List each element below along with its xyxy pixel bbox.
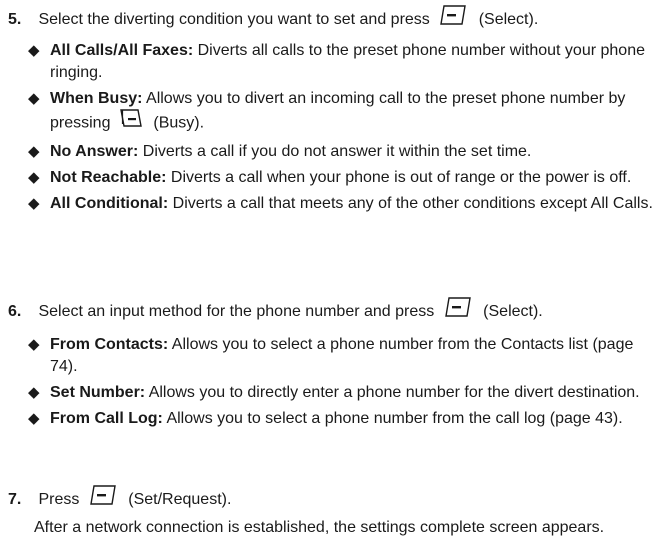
list-item: ◆ From Call Log: Allows you to select a … [28,408,658,430]
step-text: Select an input method for the phone num… [38,303,435,321]
step-text: Press [38,491,80,509]
step-text: Select the diverting condition you want … [38,11,430,29]
step-number: 5. [8,11,22,29]
step-number: 6. [8,303,22,321]
option-term: Set Number: [50,384,146,401]
option-term: From Contacts: [50,336,169,353]
option-term: All Calls/All Faxes: [50,42,194,59]
list-item: ◆ All Calls/All Faxes: Diverts all calls… [28,40,658,84]
diamond-bullet-icon: ◆ [28,143,40,160]
diamond-bullet-icon: ◆ [28,410,40,427]
step-text-suffix: (Select). [483,303,543,321]
step-5: 5. Select the diverting condition you wa… [8,4,539,34]
step-text-suffix: (Select). [478,11,539,29]
option-desc: Allows you to directly enter a phone num… [148,384,640,401]
option-desc: Diverts a call that meets any of the oth… [172,195,653,212]
option-desc: Diverts a call when your phone is out of… [170,169,632,186]
option-term: No Answer: [50,143,139,160]
step-number: 7. [8,491,22,509]
diverting-condition-list: ◆ All Calls/All Faxes: Diverts all calls… [28,40,658,219]
option-term: When Busy: [50,90,143,107]
list-item: ◆ Set Number: Allows you to directly ent… [28,382,658,404]
option-term: From Call Log: [50,410,163,427]
manual-page: 5. Select the diverting condition you wa… [0,0,666,541]
option-term: All Conditional: [50,195,169,212]
option-desc: Diverts a call if you do not answer it w… [142,143,532,160]
diamond-bullet-icon: ◆ [28,42,40,59]
list-item: ◆ When Busy: Allows you to divert an inc… [28,88,658,137]
option-desc-suffix: (Busy). [153,114,205,132]
diamond-bullet-icon: ◆ [28,169,40,186]
diamond-bullet-icon: ◆ [28,336,40,353]
option-desc: Allows you to select a phone number from… [166,410,623,427]
left-soft-key-icon [438,4,468,32]
diamond-bullet-icon: ◆ [28,384,40,401]
left-soft-key-icon [88,484,118,512]
step-text-suffix: (Set/Request). [128,491,232,509]
option-term: Not Reachable: [50,169,167,186]
list-item: ◆ All Conditional: Diverts a call that m… [28,193,658,215]
list-item: ◆ No Answer: Diverts a call if you do no… [28,141,658,163]
left-soft-key-icon [443,296,473,324]
right-soft-key-icon [119,108,143,135]
step-6: 6. Select an input method for the phone … [8,296,543,326]
list-item: ◆ From Contacts: Allows you to select a … [28,334,658,378]
step-7: 7. Press (Set/Request). [8,484,232,514]
diamond-bullet-icon: ◆ [28,90,40,107]
list-item: ◆ Not Reachable: Diverts a call when you… [28,167,658,189]
diamond-bullet-icon: ◆ [28,195,40,212]
input-method-list: ◆ From Contacts: Allows you to select a … [28,334,658,434]
result-note: After a network connection is establishe… [34,519,605,536]
